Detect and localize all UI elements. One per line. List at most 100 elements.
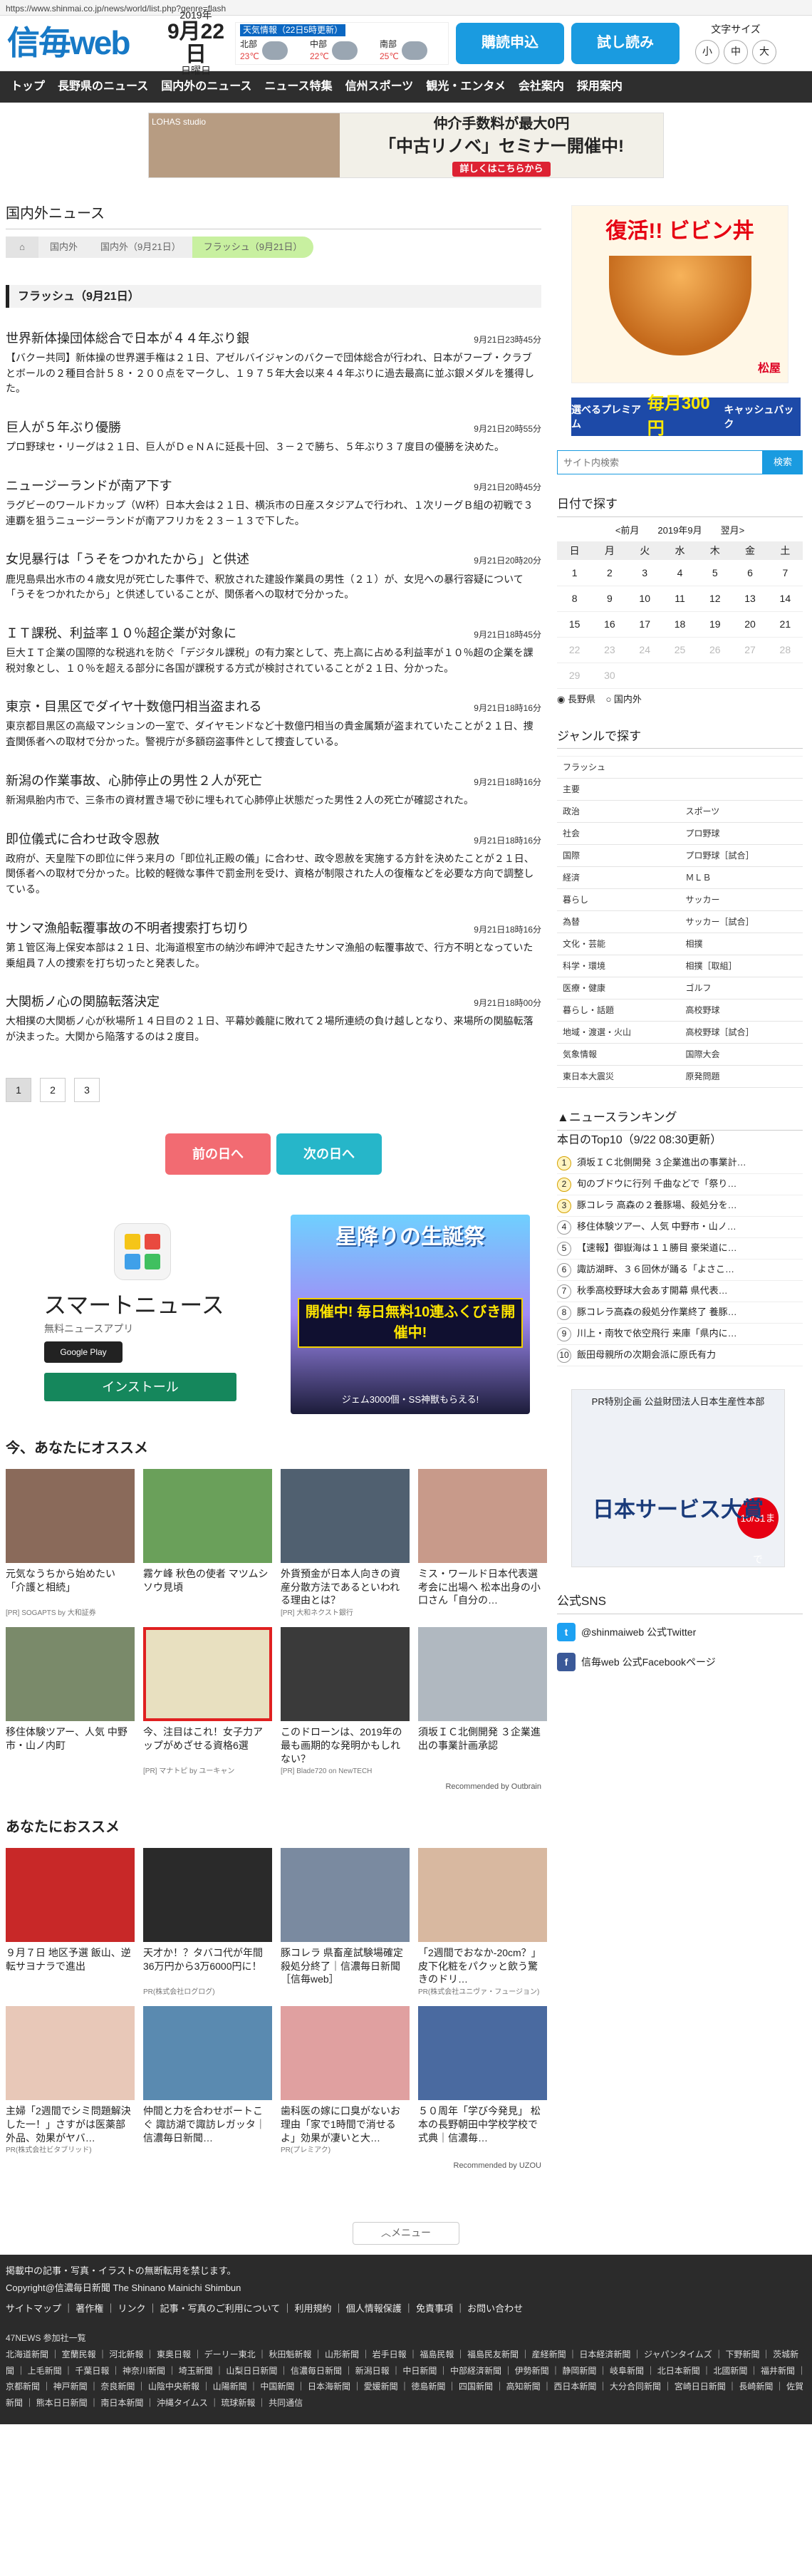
article-title[interactable]: 新潟の作業事故、心肺停止の男性２人が死亡 [6,772,262,790]
genre-link[interactable]: 社会 [557,823,680,846]
home-icon[interactable]: ⌂ [6,237,38,258]
recommend-card[interactable]: ミス・ワールド日本代表選考会に出場へ 松本出身の小口さん「自分の… [418,1468,547,1619]
recommend-card[interactable]: 須坂ＩＣ北側開発 ３企業進出の事業計画承認 [418,1627,547,1777]
genre-link[interactable]: 国際 [557,845,680,868]
genre-link[interactable]: プロ野球［試合］ [680,845,803,868]
calendar-day[interactable]: 21 [767,611,803,638]
next-day-button[interactable]: 次の日へ [276,1133,382,1175]
site-logo[interactable]: 信毎web [7,19,157,67]
genre-link[interactable]: 医療・健康 [557,977,680,1000]
smartnews-ad[interactable]: スマートニュース 無料ニュースアプリ Google Play インストール [6,1215,291,1414]
footer-links[interactable]: サイトマップ ｜ 著作権 ｜ リンク ｜ 記事・写真のご利用について ｜ 利用規… [6,2302,806,2316]
sidebar-ad-cashback[interactable]: 選べるプレミアム 毎月300円 キャッシュバック [571,394,801,438]
trial-button[interactable]: 試し読み [571,22,680,64]
genre-link[interactable]: 高校野球 [680,999,803,1022]
search-button[interactable]: 検索 [763,450,803,474]
article-title[interactable]: 巨人が５年ぶり優勝 [6,418,121,437]
font-medium-button[interactable]: 中 [724,39,748,64]
prev-day-button[interactable]: 前の日へ [165,1133,271,1175]
news-article[interactable]: 新潟の作業事故、心肺停止の男性２人が死亡 9月21日18時16分 新潟県胎内市で、三… [6,772,541,809]
article-title[interactable]: 大関栃ノ心の関脇転落決定 [6,992,160,1011]
prev-month-link[interactable]: <前月 [615,524,640,538]
genre-link[interactable]: スポーツ [680,801,803,824]
genre-link[interactable]: 政治 [557,801,680,824]
calendar-day[interactable]: 11 [662,586,698,612]
genre-link[interactable]: 相撲［取組］ [680,955,803,978]
breadcrumb-item[interactable]: 国内外（9月21日） [89,237,192,258]
genre-link[interactable]: 地域・渡選・火山 [557,1022,680,1044]
nav-recruit[interactable]: 採用案内 [571,78,629,95]
ranking-item[interactable]: 2 旬のブドウに行列 千曲などで「祭り… [557,1174,803,1196]
recommend-card[interactable]: 主婦「2週間でシミ問題解決した一！」さすがは医薬部外品、効果がヤバ… PR(株式会… [6,2006,135,2156]
recommend-card[interactable]: 天才か！？タバコ代が年間36万円から3万6000円に！ PR(株式会社ログログ) [143,1847,272,1998]
ranking-item[interactable]: 8 豚コレラ高森の殺処分作業終了 養豚… [557,1302,803,1324]
recommend-card[interactable]: 元気なうちから始めたい「介護と相続」 [PR] SOGAPTS by 大和証券 [6,1468,135,1619]
calendar-day[interactable]: 2 [592,560,628,586]
genre-link[interactable]: プロ野球 [680,823,803,846]
calendar-day[interactable]: 20 [732,611,768,638]
sidebar-ad-service-award[interactable]: PR特別企画 公益財団法人日本生産性本部 日本サービス大賞 10/31まで [571,1389,785,1568]
article-title[interactable]: ニュージーランドが南ア下す [6,477,172,495]
uzou-credit[interactable]: Recommended by UZOU [6,2161,542,2172]
genre-link[interactable]: サッカー［試合］ [680,911,803,934]
game-ad[interactable]: 星降りの生誕祭 開催中! 毎日無料10連ふくびき開催中! ジェム3000個・SS… [291,1214,530,1414]
ranking-item[interactable]: 3 豚コレラ 高森の２養豚場、殺処分を… [557,1195,803,1217]
genre-link[interactable]: 原発問題 [680,1066,803,1089]
page-3[interactable]: 3 [74,1077,100,1102]
calendar-day[interactable]: 8 [557,586,593,612]
weather-widget[interactable]: 天気情報（22日5時更新） 北部 23℃ 中部 22℃ 南部 25℃ [235,21,449,65]
nav-top[interactable]: トップ [4,78,51,95]
search-input[interactable] [557,450,763,474]
calendar-day[interactable]: 3 [627,560,662,586]
news-article[interactable]: 女児暴行は「うそをつかれたから」と供述 9月21日20時20分 鹿児島県出水市の４歳… [6,550,541,602]
article-title[interactable]: サンマ漁船転覆事故の不明者捜索打ち切り [6,919,249,938]
nav-sports[interactable]: 信州スポーツ [339,78,420,95]
recommend-card[interactable]: このドローンは、2019年の最も画期的な発明かもしれない？ [PR] Blade7… [281,1627,410,1777]
genre-link[interactable]: 暮らし・話題 [557,999,680,1022]
genre-link[interactable]: 暮らし [557,889,680,912]
nav-features[interactable]: ニュース特集 [258,78,338,95]
recommend-card[interactable]: ９月７日 地区予選 飯山、逆転サヨナラで進出 [6,1847,135,1998]
calendar-day[interactable]: 10 [627,586,662,612]
calendar-day[interactable]: 4 [662,560,698,586]
page-2[interactable]: 2 [40,1077,66,1102]
news-network-list[interactable]: 北海道新聞 ｜ 室蘭民報 ｜ 河北新報 ｜ 東奥日報 ｜ デーリー東北 ｜ 秋田… [6,2347,806,2411]
nav-entertainment[interactable]: 観光・エンタメ [420,78,512,95]
calendar-day[interactable]: 5 [697,560,733,586]
calendar-day[interactable]: 7 [767,560,803,586]
nav-nagano-news[interactable]: 長野県のニュース [51,78,155,95]
news-article[interactable]: 即位儀式に合わせ政令恩赦 9月21日18時16分 政府が、天皇陛下の即位に伴う来月の… [6,830,541,898]
radio-nagano[interactable]: ◉ 長野県 [557,694,595,705]
next-month-link[interactable]: 翌月> [721,524,745,538]
calendar-day[interactable]: 15 [557,611,593,638]
news-article[interactable]: ＩＴ課税、利益率１０％超企業が対象に 9月21日18時45分 巨大ＩＴ企業の国際的な… [6,624,541,676]
news-network-label[interactable]: 47NEWS 参加社一覧 [6,2330,806,2347]
genre-link[interactable]: 高校野球［試合］ [680,1022,803,1044]
genre-link[interactable]: ＭＬＢ [680,867,803,890]
breadcrumb-item[interactable]: 国内外 [38,237,90,258]
article-title[interactable]: 女児暴行は「うそをつかれたから」と供述 [6,550,249,568]
recommend-card[interactable]: ５０周年「学び今発見」 松本の長野朝田中学校学校で式典｜信濃毎… [418,2006,547,2156]
news-article[interactable]: サンマ漁船転覆事故の不明者捜索打ち切り 9月21日18時16分 第１管区海上保安本部… [6,919,541,971]
calendar-day[interactable]: 12 [697,586,733,612]
recommend-card[interactable]: 「2週間でおなか-20cm？」 皮下化粧をパクッと飲う驚きのドリ… PR(株式会社… [418,1847,547,1998]
genre-link[interactable]: 為替 [557,911,680,934]
news-article[interactable]: ニュージーランドが南ア下す 9月21日20時45分 ラグビーのワールドカップ（Ｗ杯）… [6,477,541,529]
ad-cta[interactable]: 詳しくはこちらから [452,161,551,177]
calendar-day[interactable]: 14 [767,586,803,612]
calendar-day[interactable]: 19 [697,611,733,638]
recommend-card[interactable]: 歯科医の嫁に口臭がないお理由「家で1時間で消せるよ」効果が凄いと大… PR(プレミ… [281,2006,410,2156]
calendar-day[interactable]: 16 [592,611,628,638]
sidebar-ad-matsuya[interactable]: 復活!! ビビン丼 松屋 [571,205,788,383]
genre-link[interactable]: 科学・環境 [557,955,680,978]
article-title[interactable]: ＩＴ課税、利益率１０％超企業が対象に [6,624,236,643]
genre-link[interactable]: 主要 [557,779,803,801]
calendar-day[interactable]: 1 [557,560,593,586]
calendar-day[interactable]: 18 [662,611,698,638]
font-small-button[interactable]: 小 [695,39,719,64]
subscribe-button[interactable]: 購読申込 [456,22,564,64]
recommend-card[interactable]: 仲間と力を合わせボートこぐ 諏訪湖で諏訪レガッタ｜信濃毎日新聞… [143,2006,272,2156]
recommend-card[interactable]: 今、注目はこれ！女子力アップがめざせる資格6選 [PR] マナトピ by ユーキャ… [143,1627,272,1777]
genre-link[interactable]: フラッシュ [557,757,803,779]
genre-link[interactable]: サッカー [680,889,803,912]
